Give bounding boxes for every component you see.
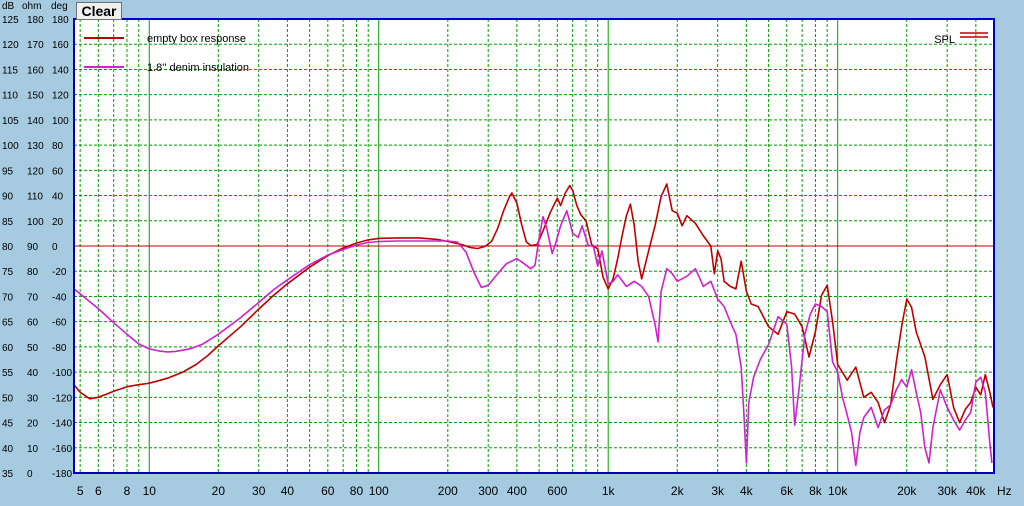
- y-tick-deg: -60: [52, 318, 67, 329]
- y-tick-deg: 180: [52, 15, 69, 26]
- y-tick-db: 110: [2, 91, 18, 102]
- y-tick-db: 115: [2, 65, 18, 76]
- y-tick-deg: 60: [52, 166, 64, 177]
- y-tick-deg: -160: [52, 444, 72, 455]
- y-tick-db: 105: [2, 116, 19, 127]
- x-tick-label: 6k: [780, 484, 794, 498]
- y-tick-db: 80: [2, 242, 14, 253]
- y-axis-labels: 125 180 180 120 170 160 115 160 140 110 150 120 105 1…: [2, 15, 72, 480]
- x-tick-label: 5: [77, 484, 84, 498]
- y-tick-deg: 140: [52, 65, 69, 76]
- x-tick-label: 30: [252, 484, 266, 498]
- y-tick-ohm: 0: [27, 469, 33, 480]
- y-tick-ohm: 160: [27, 65, 44, 76]
- ohm-axis-header: ohm: [22, 1, 42, 12]
- spl-label: SPL: [934, 34, 955, 46]
- x-tick-label: 200: [438, 484, 458, 498]
- x-tick-label: 3k: [711, 484, 725, 498]
- y-tick-deg: -120: [52, 393, 72, 404]
- y-tick-ohm: 50: [27, 343, 39, 354]
- y-tick-ohm: 180: [27, 15, 44, 26]
- y-tick-ohm: 130: [27, 141, 44, 152]
- y-tick-ohm: 40: [27, 368, 39, 379]
- y-tick-ohm: 110: [27, 192, 43, 203]
- x-tick-label: 8k: [809, 484, 823, 498]
- x-tick-label: 8: [124, 484, 131, 498]
- y-tick-ohm: 170: [27, 40, 44, 51]
- x-tick-label: 600: [547, 484, 567, 498]
- y-tick-deg: 20: [52, 217, 64, 228]
- deg-axis-header: deg: [51, 1, 68, 12]
- y-tick-deg: 100: [52, 116, 69, 127]
- y-tick-ohm: 100: [27, 217, 44, 228]
- y-tick-deg: -40: [52, 292, 67, 303]
- y-tick-db: 100: [2, 141, 19, 152]
- y-tick-deg: 0: [52, 242, 58, 253]
- legend-label: empty box response: [147, 33, 246, 45]
- x-tick-label: 100: [369, 484, 389, 498]
- clear-button[interactable]: Clear: [76, 2, 122, 20]
- y-tick-db: 45: [2, 419, 14, 430]
- x-tick-label: 2k: [671, 484, 685, 498]
- y-tick-deg: -100: [52, 368, 72, 379]
- y-tick-db: 55: [2, 368, 14, 379]
- frequency-response-chart: empty box response 1.8'' denim insulation…: [2, 15, 1012, 498]
- x-tick-label: 20: [212, 484, 226, 498]
- x-axis-labels: 5 6 8 10 20 30 40 60 80 100 200 300 400 600 1k 2k 3k 4k 6k…: [77, 484, 1012, 498]
- y-tick-ohm: 30: [27, 393, 39, 404]
- y-tick-ohm: 60: [27, 318, 39, 329]
- x-tick-label: 30k: [937, 484, 957, 498]
- y-tick-db: 120: [2, 40, 19, 51]
- y-tick-db: 70: [2, 292, 14, 303]
- y-tick-deg: 80: [52, 141, 64, 152]
- x-tick-label: 40: [281, 484, 295, 498]
- y-tick-db: 40: [2, 444, 14, 455]
- x-tick-label: 60: [321, 484, 335, 498]
- db-axis-header: dB: [2, 1, 15, 12]
- y-tick-ohm: 140: [27, 116, 44, 127]
- y-tick-deg: 160: [52, 40, 69, 51]
- y-tick-db: 125: [2, 15, 19, 26]
- y-tick-db: 95: [2, 166, 14, 177]
- y-tick-deg: -80: [52, 343, 67, 354]
- y-tick-db: 50: [2, 393, 14, 404]
- x-tick-label: 400: [507, 484, 527, 498]
- x-axis-unit: Hz: [997, 484, 1012, 498]
- y-tick-deg: 40: [52, 192, 64, 203]
- y-tick-db: 90: [2, 192, 14, 203]
- x-tick-label: 10k: [828, 484, 848, 498]
- y-tick-ohm: 120: [27, 166, 44, 177]
- y-tick-db: 65: [2, 318, 14, 329]
- y-tick-deg: 120: [52, 91, 69, 102]
- x-tick-label: 1k: [602, 484, 616, 498]
- x-tick-label: 10: [143, 484, 157, 498]
- y-tick-deg: -140: [52, 419, 72, 430]
- y-tick-ohm: 90: [27, 242, 39, 253]
- y-tick-ohm: 10: [27, 444, 39, 455]
- x-tick-label: 6: [95, 484, 102, 498]
- x-tick-label: 40k: [966, 484, 986, 498]
- y-tick-deg: -180: [52, 469, 72, 480]
- x-tick-label: 20k: [897, 484, 917, 498]
- legend-label: 1.8'' denim insulation: [147, 62, 249, 74]
- y-tick-ohm: 150: [27, 91, 44, 102]
- y-tick-db: 60: [2, 343, 14, 354]
- x-tick-label: 80: [350, 484, 364, 498]
- y-tick-ohm: 70: [27, 292, 39, 303]
- x-tick-label: 300: [478, 484, 498, 498]
- y-tick-db: 75: [2, 267, 14, 278]
- y-tick-ohm: 80: [27, 267, 39, 278]
- y-tick-db: 85: [2, 217, 14, 228]
- y-tick-ohm: 20: [27, 419, 39, 430]
- y-tick-db: 35: [2, 469, 14, 480]
- y-tick-deg: -20: [52, 267, 67, 278]
- x-tick-label: 4k: [740, 484, 754, 498]
